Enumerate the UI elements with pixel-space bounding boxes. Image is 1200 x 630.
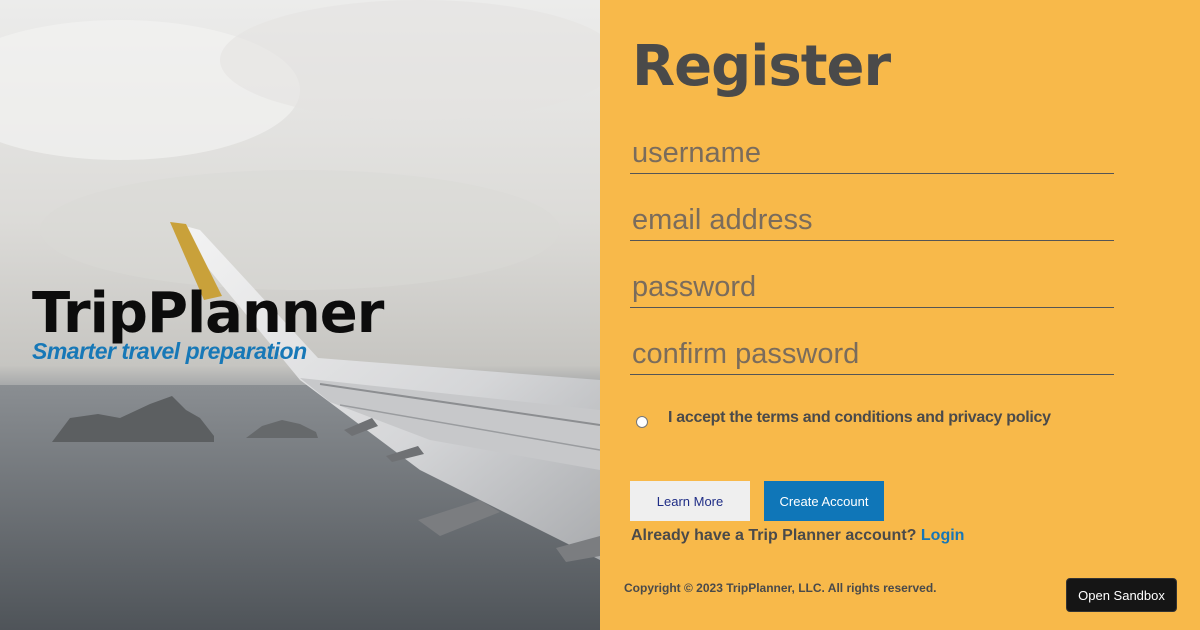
password-input[interactable]: [630, 268, 1114, 308]
confirm-password-input[interactable]: [630, 335, 1114, 375]
terms-label: I accept the terms and conditions and pr…: [668, 409, 1051, 426]
hero-panel: TripPlanner Smarter travel preparation: [0, 0, 600, 630]
register-panel: Register I accept the terms and conditio…: [600, 0, 1200, 630]
terms-row: I accept the terms and conditions and pr…: [636, 408, 1051, 428]
login-prompt-line: Already have a Trip Planner account? Log…: [631, 527, 964, 545]
login-link[interactable]: Login: [921, 527, 965, 544]
open-sandbox-button[interactable]: Open Sandbox: [1066, 578, 1177, 612]
copyright: Copyright © 2023 TripPlanner, LLC. All r…: [624, 581, 937, 595]
register-page: TripPlanner Smarter travel preparation R…: [0, 0, 1200, 630]
email-input[interactable]: [630, 201, 1114, 241]
login-prompt: Already have a Trip Planner account?: [631, 527, 917, 544]
learn-more-button[interactable]: Learn More: [630, 481, 750, 521]
page-title: Register: [632, 34, 891, 99]
terms-radio[interactable]: [636, 416, 648, 428]
brand-title: TripPlanner: [32, 281, 384, 346]
create-account-button[interactable]: Create Account: [764, 481, 884, 521]
username-input[interactable]: [630, 134, 1114, 174]
brand: TripPlanner Smarter travel preparation: [32, 281, 384, 365]
